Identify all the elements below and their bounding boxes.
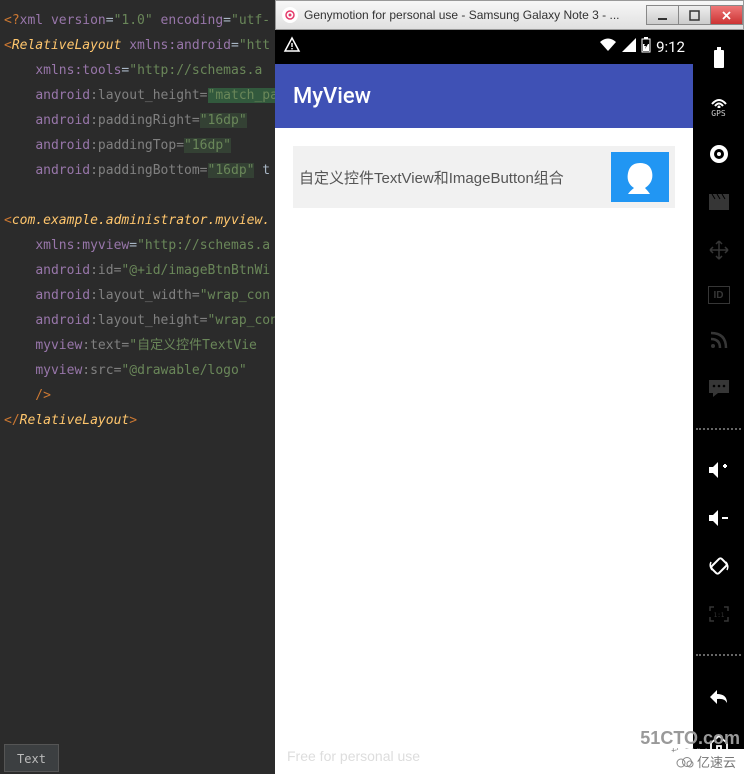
maximize-button[interactable] (678, 5, 711, 25)
svg-text:1:1: 1:1 (713, 612, 724, 619)
window-title: Genymotion for personal use - Samsung Ga… (304, 8, 647, 22)
separator (696, 428, 741, 430)
custom-view-image[interactable] (611, 152, 669, 202)
window-titlebar[interactable]: Genymotion for personal use - Samsung Ga… (275, 0, 744, 30)
minimize-button[interactable] (646, 5, 679, 25)
fullscreen-icon[interactable]: 1:1 (707, 602, 731, 626)
app-bar: MyView (275, 64, 693, 128)
separator (696, 654, 741, 656)
yisu-watermark: 亿速云 (668, 749, 744, 774)
tab-text[interactable]: Text (4, 744, 59, 772)
rss-icon[interactable] (707, 328, 731, 352)
app-content: 自定义控件TextView和ImageButton组合 (275, 128, 693, 774)
custom-view-text: 自定义控件TextView和ImageButton组合 (299, 167, 611, 188)
gps-tool-icon[interactable]: GPS (707, 94, 731, 118)
back-icon[interactable] (707, 684, 731, 708)
app-title: MyView (293, 84, 371, 109)
android-status-bar: 9:12 (275, 30, 693, 64)
genymotion-icon (282, 7, 298, 23)
sms-icon[interactable] (707, 376, 731, 400)
emulator-window: Genymotion for personal use - Samsung Ga… (275, 0, 744, 774)
camera-tool-icon[interactable] (707, 142, 731, 166)
id-tool-icon[interactable]: ID (708, 286, 730, 304)
device-screen: 9:12 MyView 自定义控件TextView和ImageButton组合 … (275, 30, 693, 774)
volume-up-icon[interactable] (707, 458, 731, 482)
battery-icon (641, 37, 651, 57)
rotate-icon[interactable] (707, 554, 731, 578)
clapperboard-icon[interactable] (707, 190, 731, 214)
signal-icon (622, 38, 636, 56)
volume-down-icon[interactable] (707, 506, 731, 530)
warning-icon (283, 36, 301, 58)
wifi-icon (599, 37, 617, 57)
free-text: Free for personal use (287, 748, 420, 764)
battery-tool-icon[interactable] (707, 46, 731, 70)
custom-view[interactable]: 自定义控件TextView和ImageButton组合 (293, 146, 675, 208)
emulator-sidebar: GPS ID 1:1 (693, 30, 744, 774)
move-tool-icon[interactable] (707, 238, 731, 262)
status-time: 9:12 (656, 38, 685, 56)
xml-editor[interactable]: <?xml version="1.0" encoding="utf- <Rela… (0, 0, 275, 744)
close-button[interactable] (710, 5, 743, 25)
